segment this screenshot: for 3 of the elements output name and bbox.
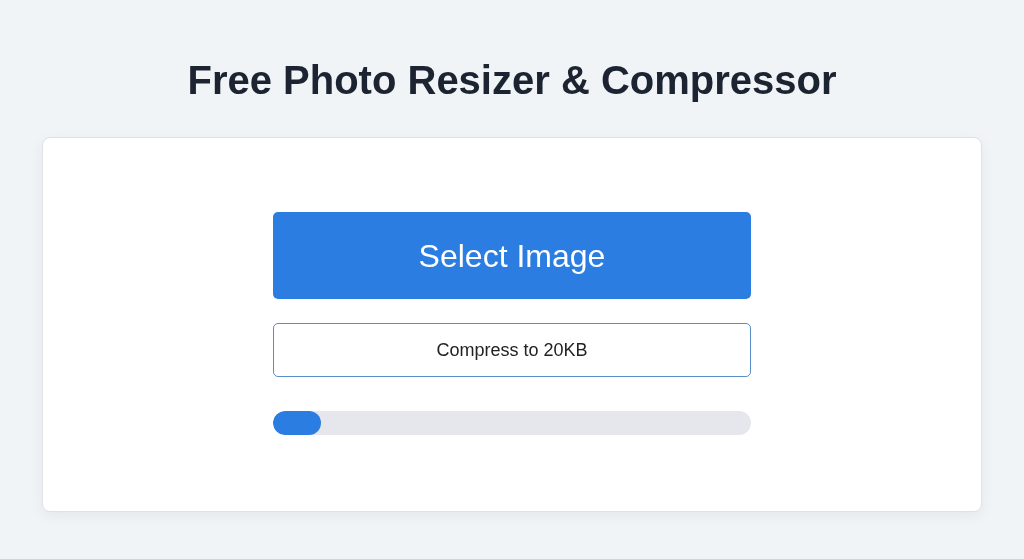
page-title: Free Photo Resizer & Compressor: [186, 57, 838, 104]
select-image-button[interactable]: Select Image: [273, 212, 751, 299]
compress-button[interactable]: Compress to 20KB: [273, 323, 751, 377]
